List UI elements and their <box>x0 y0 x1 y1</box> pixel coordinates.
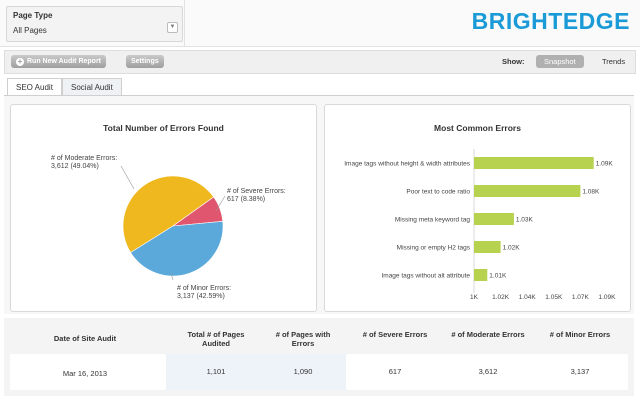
page-type-dropdown[interactable]: Page Type All Pages ▼ <box>6 6 183 42</box>
table-header-pages-audited: Total # of Pages Audited <box>187 330 245 348</box>
bar-category-label: Image tags without alt attribute <box>381 273 470 280</box>
bar-value-label: 1.03K <box>516 217 534 224</box>
table-cell-minor: 3,137 <box>570 367 590 376</box>
bar-chart-title: Most Common Errors <box>434 123 521 133</box>
pie-slice-label: # of Minor Errors: <box>177 285 231 292</box>
table-cell-severe: 617 <box>388 367 402 376</box>
table-header-moderate: # of Moderate Errors <box>451 330 525 339</box>
bar[interactable] <box>474 269 488 281</box>
pie-slice-value: 3,137 (42.59%) <box>177 293 225 300</box>
leader-line <box>120 165 135 190</box>
pie-chart-title: Total Number of Errors Found <box>103 123 224 133</box>
bar[interactable] <box>474 185 581 197</box>
page-type-value: All Pages <box>13 26 47 35</box>
pie-slice-value: 3,612 (49.04%) <box>51 163 99 170</box>
show-label: Show: <box>502 57 525 66</box>
x-tick-label: 1.09K <box>599 294 617 301</box>
table-cell-date: Mar 16, 2013 <box>62 369 108 378</box>
x-tick-label: 1.07K <box>572 294 590 301</box>
run-audit-button[interactable]: + Run New Audit Report <box>11 55 107 68</box>
table-cell-pages-errors: 1,090 <box>293 367 313 376</box>
errors-found-panel: Total Number of Errors Found # of Modera… <box>10 104 317 312</box>
plus-icon: + <box>16 57 24 66</box>
table-header-severe: # of Severe Errors <box>362 330 428 339</box>
action-bar: + Run New Audit Report Settings Show: Sna… <box>4 50 636 74</box>
bar-value-label: 1.09K <box>596 161 614 168</box>
bar-value-label: 1.01K <box>489 273 507 280</box>
table-cell-moderate: 3,612 <box>478 367 498 376</box>
x-tick-label: 1.04K <box>519 294 537 301</box>
bar-category-label: Poor text to code ratio <box>406 189 470 196</box>
bar-value-label: 1.08K <box>582 189 600 196</box>
settings-button[interactable]: Settings <box>126 55 164 68</box>
pie-slice-label: # of Severe Errors: <box>227 188 286 195</box>
x-tick-label: 1.02K <box>492 294 510 301</box>
snapshot-button[interactable]: Snapshot <box>536 55 584 68</box>
bar-category-label: Image tags without height & width attrib… <box>344 161 470 168</box>
bar-value-label: 1.02K <box>503 245 521 252</box>
divider <box>184 0 185 46</box>
x-tick-label: 1K <box>470 294 479 301</box>
bar-category-label: Missing or empty H2 tags <box>397 245 471 252</box>
bar[interactable] <box>474 241 501 253</box>
brand-logo: BRIGHTEDGE <box>471 8 630 34</box>
page-type-label: Page Type <box>13 11 53 20</box>
table-header-date: Date of Site Audit <box>53 334 117 343</box>
pie-slice-value: 617 (8.38%) <box>227 196 265 203</box>
x-tick-label: 1.05K <box>545 294 563 301</box>
pie-chart: # of Moderate Errors:3,612 (49.04%) # of … <box>51 155 286 300</box>
bar[interactable] <box>474 213 514 225</box>
chevron-down-icon[interactable]: ▼ <box>167 22 178 33</box>
tab-social-audit[interactable]: Social Audit <box>62 78 122 96</box>
bar-category-label: Missing meta keyword tag <box>395 217 471 224</box>
common-errors-panel: Most Common Errors Image tags without he… <box>324 104 631 312</box>
top-filter-bar: Page Type All Pages ▼ BRIGHTEDGE <box>0 0 640 47</box>
trends-button[interactable]: Trends <box>602 57 625 66</box>
bar-chart: Image tags without height & width attrib… <box>344 149 617 301</box>
table-header-pages-errors: # of Pages with Errors <box>275 330 331 348</box>
table-header-minor: # of Minor Errors <box>549 330 611 339</box>
bar[interactable] <box>474 157 594 169</box>
table-cell-pages-audited: 1,101 <box>206 367 226 376</box>
pie-slice-label: # of Moderate Errors: <box>51 155 117 162</box>
run-audit-label: Run New Audit Report <box>27 58 102 65</box>
